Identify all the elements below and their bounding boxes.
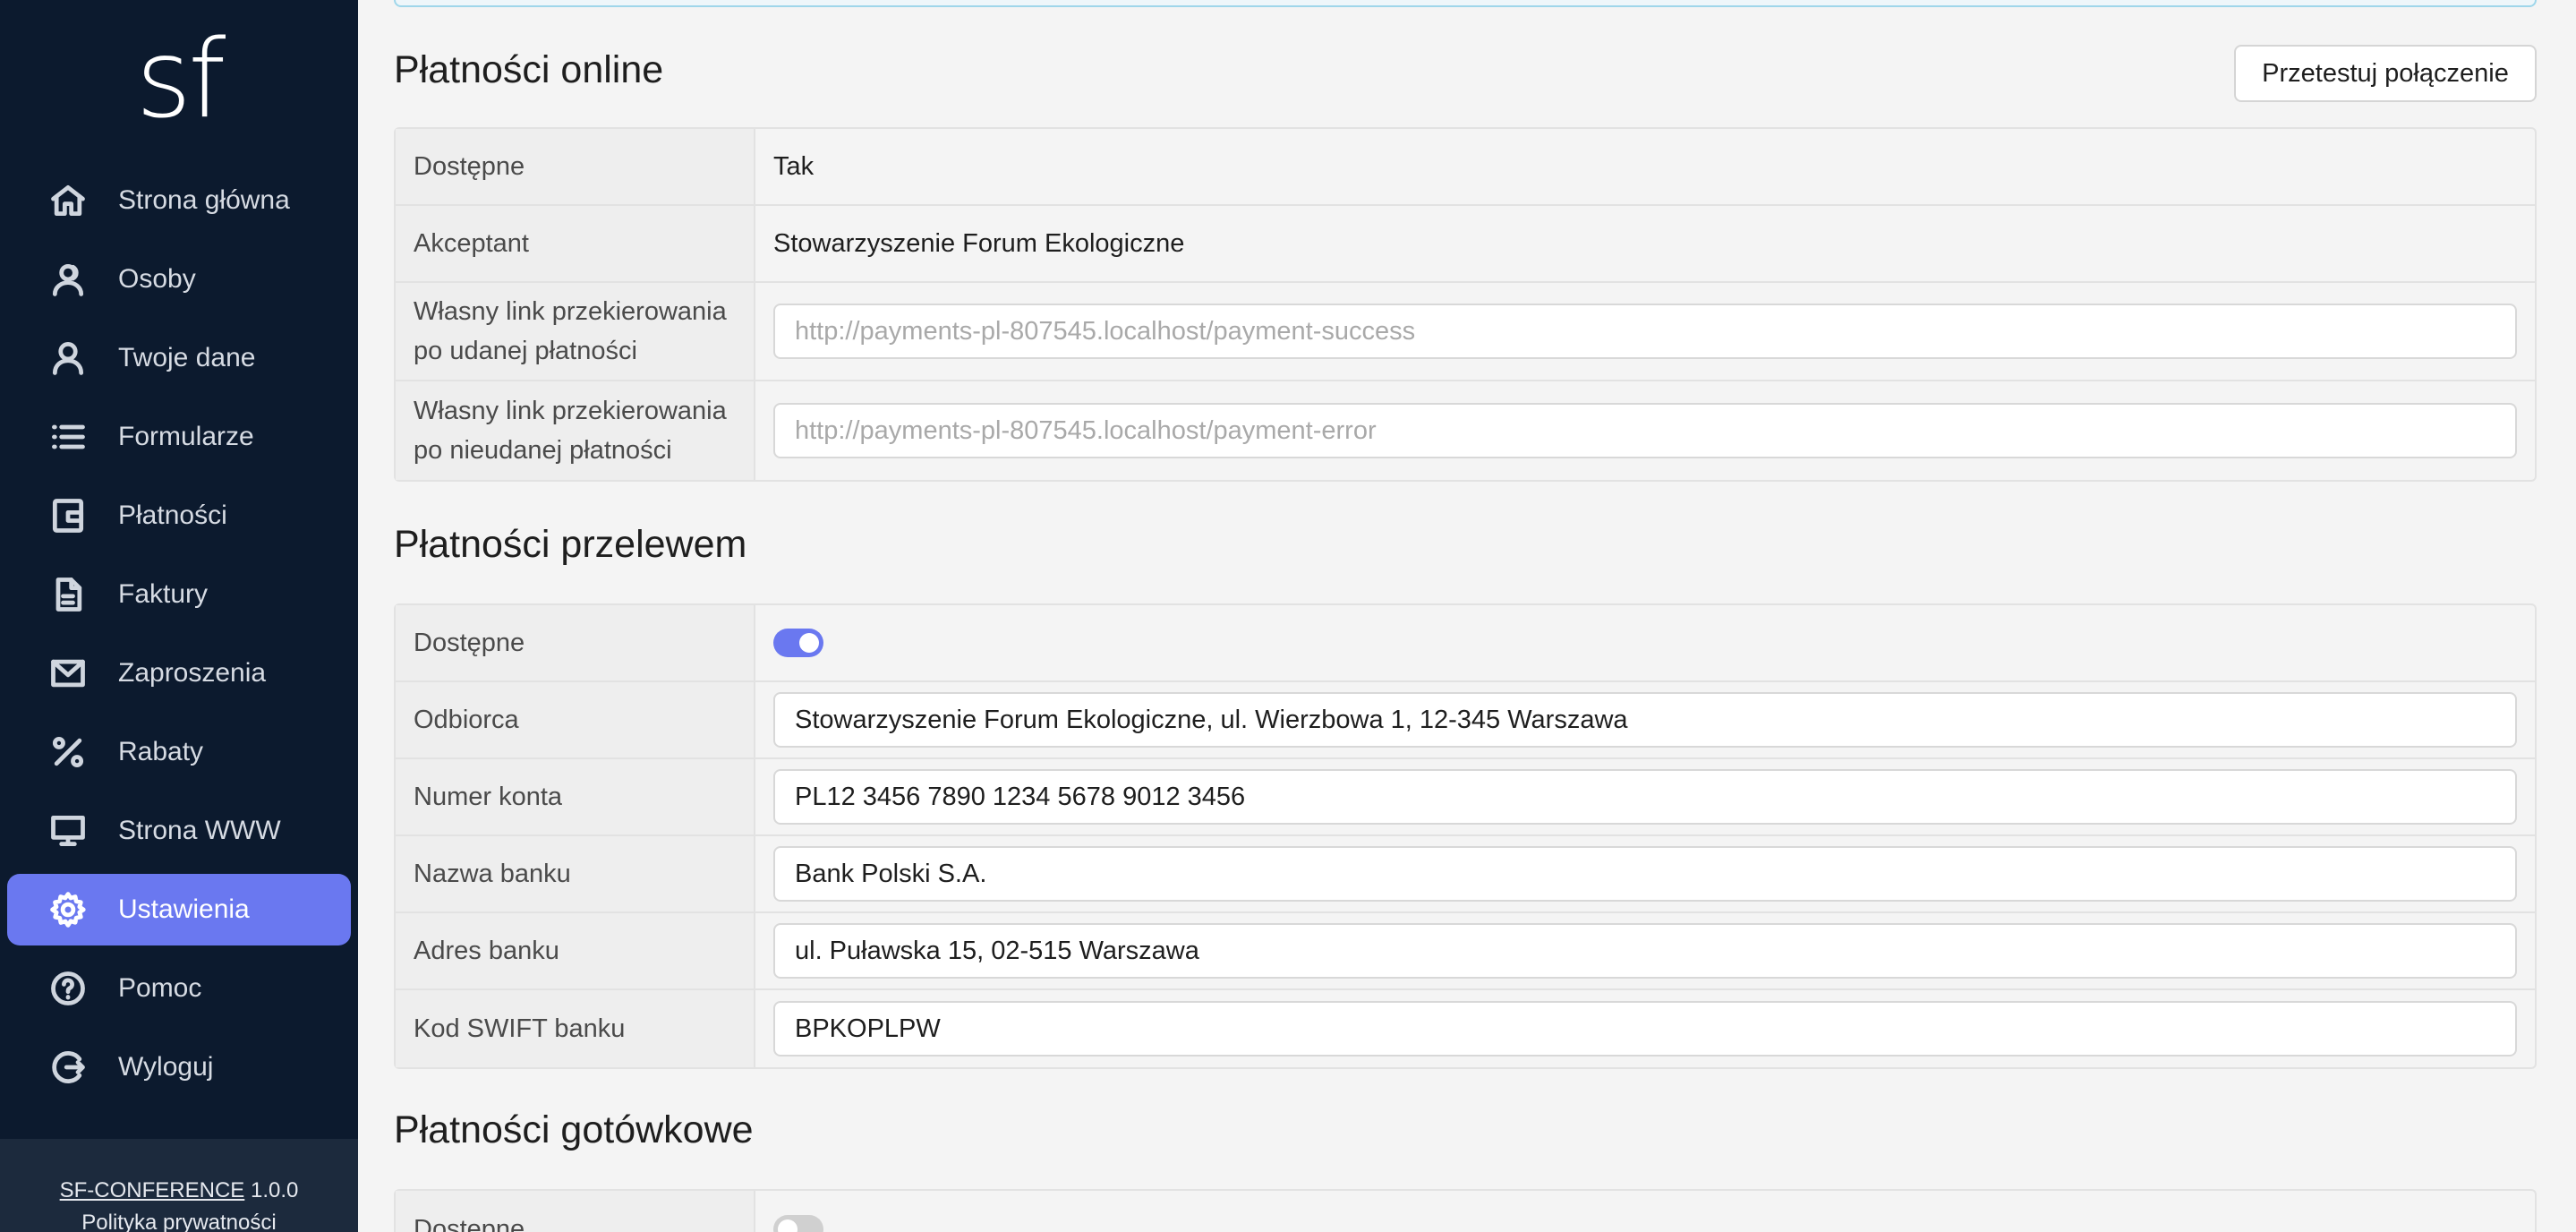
sidebar-item-settings[interactable]: Ustawienia: [7, 874, 351, 945]
sidebar-item-logout[interactable]: Wyloguj: [7, 1031, 351, 1103]
success-link-input[interactable]: http://payments-pl-807545.localhost/paym…: [773, 304, 2517, 359]
cash-payments-table: Dostępne: [394, 1189, 2537, 1232]
row-value: Bank Polski S.A.: [755, 836, 2535, 911]
section-title-cash: Płatności gotówkowe: [394, 1108, 754, 1151]
table-row: Własny link przekierowania po nieudanej …: [396, 381, 2535, 480]
sidebar-item-invitations[interactable]: Zaproszenia: [7, 637, 351, 709]
logout-icon: [48, 1048, 88, 1087]
sidebar-item-help[interactable]: Pomoc: [7, 953, 351, 1024]
toggle-knob: [799, 633, 819, 653]
row-label: Dostępne: [396, 129, 755, 204]
row-label: Dostępne: [396, 1191, 755, 1232]
row-label: Akceptant: [396, 206, 755, 281]
row-label: Odbiorca: [396, 682, 755, 757]
app-version: 1.0.0: [250, 1178, 299, 1202]
recipient-input[interactable]: Stowarzyszenie Forum Ekologiczne, ul. Wi…: [773, 692, 2517, 748]
main-content: Płatności online Przetestuj połączenie D…: [358, 0, 2576, 1232]
sidebar-item-label: Ustawienia: [118, 894, 250, 924]
row-label: Adres banku: [396, 913, 755, 988]
app-version-line: SF-CONFERENCE 1.0.0: [0, 1175, 358, 1207]
row-label: Kod SWIFT banku: [396, 990, 755, 1067]
row-value: PL12 3456 7890 1234 5678 9012 3456: [755, 759, 2535, 834]
row-label: Nazwa banku: [396, 836, 755, 911]
cash-available-toggle[interactable]: [773, 1215, 823, 1232]
row-label: Własny link przekierowania po nieudanej …: [396, 381, 755, 480]
app-name-link[interactable]: SF-CONFERENCE: [60, 1178, 245, 1202]
document-icon: [48, 575, 88, 614]
home-icon: [48, 181, 88, 220]
row-value: BPKOPLPW: [755, 990, 2535, 1067]
row-value: http://payments-pl-807545.localhost/paym…: [755, 381, 2535, 480]
sidebar-item-label: Osoby: [118, 264, 196, 294]
sidebar-item-label: Rabaty: [118, 737, 204, 766]
error-link-input[interactable]: http://payments-pl-807545.localhost/paym…: [773, 403, 2517, 458]
table-row: Dostępne: [396, 605, 2535, 682]
row-label: Własny link przekierowania po udanej pła…: [396, 283, 755, 380]
privacy-policy-link[interactable]: Polityka prywatności: [0, 1207, 358, 1232]
users-icon: [48, 260, 88, 299]
row-label: Dostępne: [396, 605, 755, 680]
sidebar-item-home[interactable]: Strona główna: [7, 165, 351, 236]
percent-icon: [48, 732, 88, 772]
section-title-online: Płatności online: [394, 48, 664, 91]
sidebar-item-payments[interactable]: Płatności: [7, 480, 351, 552]
table-row: Numer konta PL12 3456 7890 1234 5678 901…: [396, 759, 2535, 836]
sidebar-item-label: Pomoc: [118, 973, 202, 1003]
sidebar-item-label: Wyloguj: [118, 1052, 214, 1082]
app-logo[interactable]: sf: [0, 27, 358, 134]
sidebar-item-label: Strona główna: [118, 185, 290, 215]
info-alert: [394, 0, 2537, 7]
row-value: [755, 1191, 2535, 1232]
sidebar-item-label: Formularze: [118, 422, 254, 451]
sidebar-item-label: Twoje dane: [118, 343, 256, 372]
sidebar-item-discounts[interactable]: Rabaty: [7, 716, 351, 788]
account-number-input[interactable]: PL12 3456 7890 1234 5678 9012 3456: [773, 769, 2517, 825]
list-icon: [48, 417, 88, 457]
row-value: [755, 605, 2535, 680]
table-row: Dostępne: [396, 1191, 2535, 1232]
sidebar-item-label: Zaproszenia: [118, 658, 267, 688]
user-icon: [48, 338, 88, 378]
online-payments-table: Dostępne Tak Akceptant Stowarzyszenie Fo…: [394, 127, 2537, 482]
wallet-icon: [48, 496, 88, 535]
row-label: Numer konta: [396, 759, 755, 834]
sidebar-item-people[interactable]: Osoby: [7, 244, 351, 315]
sidebar-item-label: Płatności: [118, 500, 227, 530]
sidebar-nav: Strona główna Osoby Twoje dane Formularz…: [7, 165, 351, 1110]
row-value: Stowarzyszenie Forum Ekologiczne, ul. Wi…: [755, 682, 2535, 757]
sidebar-item-forms[interactable]: Formularze: [7, 401, 351, 473]
sidebar: sf Strona główna Osoby Twoje dane Formul…: [0, 0, 358, 1232]
row-value: http://payments-pl-807545.localhost/paym…: [755, 283, 2535, 380]
monitor-icon: [48, 811, 88, 851]
section-title-transfer: Płatności przelewem: [394, 523, 747, 566]
table-row: Własny link przekierowania po udanej pła…: [396, 283, 2535, 381]
table-row: Kod SWIFT banku BPKOPLPW: [396, 990, 2535, 1067]
row-value: Tak: [773, 151, 815, 181]
toggle-knob: [778, 1219, 798, 1232]
test-connection-button[interactable]: Przetestuj połączenie: [2234, 45, 2537, 102]
sidebar-item-label: Strona WWW: [118, 816, 281, 845]
gear-icon: [48, 890, 88, 929]
transfer-available-toggle[interactable]: [773, 629, 823, 657]
sidebar-item-invoices[interactable]: Faktury: [7, 559, 351, 630]
bank-address-input[interactable]: ul. Puławska 15, 02-515 Warszawa: [773, 923, 2517, 979]
table-row: Dostępne Tak: [396, 129, 2535, 206]
table-row: Odbiorca Stowarzyszenie Forum Ekologiczn…: [396, 682, 2535, 759]
mail-icon: [48, 654, 88, 693]
help-icon: [48, 969, 88, 1008]
table-row: Akceptant Stowarzyszenie Forum Ekologicz…: [396, 206, 2535, 283]
swift-code-input[interactable]: BPKOPLPW: [773, 1001, 2517, 1057]
row-value: Stowarzyszenie Forum Ekologiczne: [773, 228, 1185, 258]
table-row: Nazwa banku Bank Polski S.A.: [396, 836, 2535, 913]
transfer-payments-table: Dostępne Odbiorca Stowarzyszenie Forum E…: [394, 603, 2537, 1069]
row-value: ul. Puławska 15, 02-515 Warszawa: [755, 913, 2535, 988]
bank-name-input[interactable]: Bank Polski S.A.: [773, 846, 2517, 902]
sidebar-item-label: Faktury: [118, 579, 209, 609]
table-row: Adres banku ul. Puławska 15, 02-515 Wars…: [396, 913, 2535, 990]
sidebar-item-your-data[interactable]: Twoje dane: [7, 322, 351, 394]
sidebar-footer: SF-CONFERENCE 1.0.0 Polityka prywatności: [0, 1139, 358, 1232]
sidebar-item-website[interactable]: Strona WWW: [7, 795, 351, 867]
